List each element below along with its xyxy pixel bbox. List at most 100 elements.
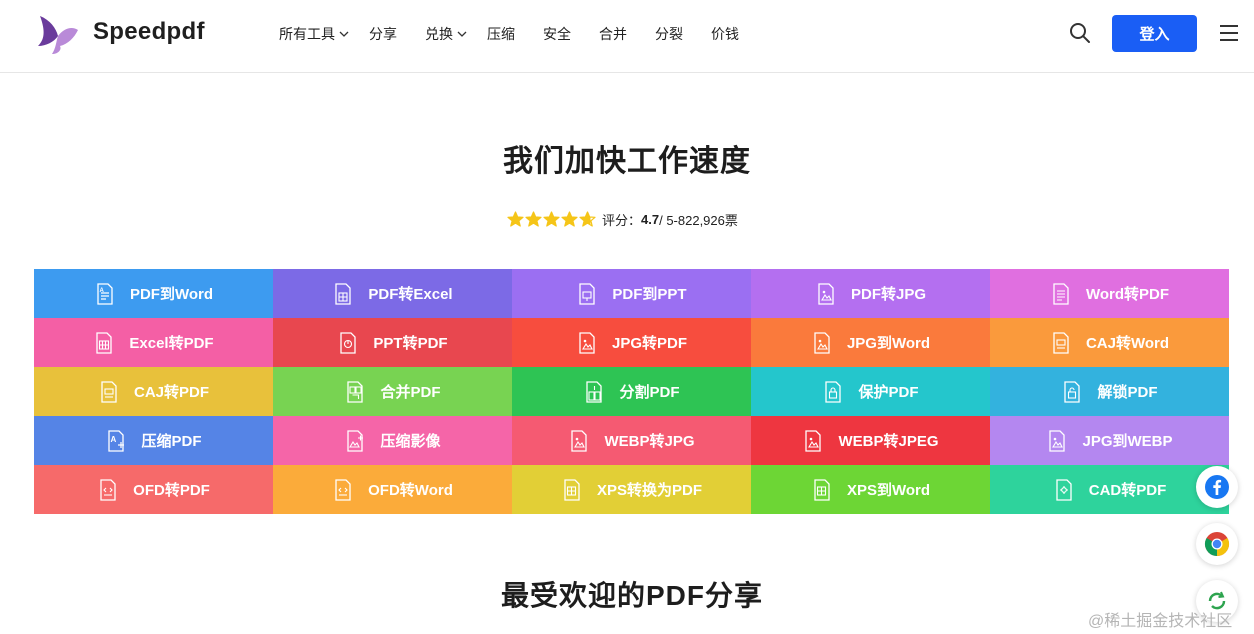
nav-all-tools[interactable]: 所有工具 bbox=[279, 24, 349, 44]
tool-tile-label: 合并PDF bbox=[380, 384, 441, 401]
rating-score: 4.7 bbox=[641, 211, 660, 227]
tool-tile[interactable]: XPS到Word bbox=[751, 465, 990, 514]
tool-tile-label: PDF到Word bbox=[129, 286, 214, 303]
image-icon bbox=[805, 429, 822, 452]
tool-tile[interactable]: 分割PDF bbox=[512, 367, 751, 416]
tool-tile-label: XPS转换为PDF bbox=[596, 482, 702, 499]
tool-tile-label: PDF到PPT bbox=[612, 286, 687, 303]
star-icon bbox=[579, 210, 596, 227]
tool-tile-label: PDF转Excel bbox=[368, 286, 453, 303]
facebook-share-button[interactable] bbox=[1196, 466, 1238, 508]
image-icon bbox=[579, 331, 595, 354]
tool-tile-label: PDF转JPG bbox=[850, 286, 926, 303]
tool-tile[interactable]: CAD转PDF bbox=[990, 465, 1229, 514]
nav-security[interactable]: 安全 bbox=[543, 24, 571, 44]
tool-tile[interactable]: XPS转换为PDF bbox=[512, 465, 751, 514]
chrome-extension-button[interactable] bbox=[1196, 523, 1238, 565]
tool-tile-label: JPG转PDF bbox=[611, 335, 687, 352]
document-text-icon: A bbox=[97, 282, 113, 305]
image-icon bbox=[818, 282, 834, 305]
svg-text:A: A bbox=[99, 288, 104, 294]
tool-tile[interactable]: JPG转PDF bbox=[512, 318, 751, 367]
nav-convert-label: 兑换 bbox=[425, 26, 453, 42]
tool-tile[interactable]: OFD转Word bbox=[273, 465, 512, 514]
tool-tile-label: OFD转Word bbox=[368, 482, 453, 499]
login-button[interactable]: 登入 bbox=[1112, 15, 1197, 52]
tool-tile-label: WEBP转JPG bbox=[604, 433, 695, 450]
tool-tile[interactable]: OFD转PDF bbox=[34, 465, 273, 514]
tool-tile-label: 压缩影像 bbox=[380, 433, 441, 450]
tool-tile-label: Word转PDF bbox=[1085, 286, 1170, 303]
nav-pricing[interactable]: 价钱 bbox=[711, 24, 739, 44]
tool-tile[interactable]: Word转PDF bbox=[990, 269, 1229, 318]
search-icon[interactable] bbox=[1069, 22, 1091, 44]
tool-tile-label: CAJ转Word bbox=[1085, 335, 1170, 352]
tool-tile[interactable]: JPG到WEBP bbox=[990, 416, 1229, 465]
code-doc-icon bbox=[335, 478, 351, 501]
table-icon bbox=[96, 331, 113, 354]
star-icon bbox=[507, 210, 524, 227]
tool-grid: A PDF到Word PDF转Excel PDF到PPT PDF转JPG Word转PDF… bbox=[34, 269, 1229, 514]
nav-compress[interactable]: 压缩 bbox=[487, 24, 515, 44]
rating-stars bbox=[507, 210, 597, 228]
tool-tile-label: JPG到WEBP bbox=[1082, 433, 1173, 450]
split-icon bbox=[586, 380, 603, 403]
spreadsheet-icon bbox=[335, 282, 352, 305]
tool-tile-label: JPG到Word bbox=[846, 335, 931, 352]
tool-tile[interactable]: PDF转Excel bbox=[273, 269, 512, 318]
chart-icon bbox=[340, 331, 357, 354]
nav-share[interactable]: 分享 bbox=[369, 24, 397, 44]
tool-tile[interactable]: Excel转PDF bbox=[34, 318, 273, 367]
rating-row: 评分： 4.7 / 5-822,926票 bbox=[507, 209, 738, 229]
nav-split[interactable]: 分裂 bbox=[655, 24, 683, 44]
tool-tile-label: XPS到Word bbox=[846, 482, 931, 499]
tool-tile[interactable]: 保护PDF bbox=[751, 367, 990, 416]
grid-doc-icon bbox=[564, 478, 580, 501]
tool-tile-label: 分割PDF bbox=[619, 384, 680, 401]
chevron-down-icon bbox=[339, 31, 349, 37]
image-icon bbox=[571, 429, 588, 452]
tool-tile[interactable]: A 压缩PDF bbox=[34, 416, 273, 465]
tool-tile-label: 保护PDF bbox=[858, 384, 919, 401]
tool-tile[interactable]: 解锁PDF bbox=[990, 367, 1229, 416]
tool-tile[interactable]: WEBP转JPEG bbox=[751, 416, 990, 465]
hamburger-menu-icon[interactable] bbox=[1219, 24, 1239, 42]
tool-tile-label: PPT转PDF bbox=[373, 335, 448, 352]
nav-merge[interactable]: 合并 bbox=[599, 24, 627, 44]
watermark-text: @稀土掘金技术社区 bbox=[1088, 613, 1233, 630]
tool-tile[interactable]: PDF转JPG bbox=[751, 269, 990, 318]
document-icon bbox=[101, 380, 117, 403]
chrome-icon bbox=[1204, 532, 1230, 556]
unlock-icon bbox=[1064, 380, 1081, 403]
site-header: Speedpdf 所有工具 分享 兑换 压缩 安全 合并 分裂 价钱 登入 bbox=[0, 0, 1254, 73]
tool-tile[interactable]: A PDF到Word bbox=[34, 269, 273, 318]
tool-tile-label: OFD转PDF bbox=[133, 482, 210, 499]
star-icon bbox=[561, 210, 578, 227]
tool-tile[interactable]: 压缩影像 bbox=[273, 416, 512, 465]
presentation-icon bbox=[579, 282, 596, 305]
star-icon bbox=[525, 210, 542, 227]
tool-tile[interactable]: PPT转PDF bbox=[273, 318, 512, 367]
main-nav: 所有工具 分享 兑换 压缩 安全 合并 分裂 价钱 bbox=[279, 24, 767, 44]
tool-tile-label: CAJ转PDF bbox=[133, 384, 209, 401]
tool-tile[interactable]: CAJ转Word bbox=[990, 318, 1229, 367]
rating-votes: / 5-822,926票 bbox=[659, 212, 738, 228]
tool-tile[interactable]: 合并PDF bbox=[273, 367, 512, 416]
tool-tile-label: 解锁PDF bbox=[1097, 384, 1158, 401]
nav-all-tools-label: 所有工具 bbox=[279, 26, 335, 42]
gear-doc-icon bbox=[1056, 478, 1072, 501]
tool-tile[interactable]: CAJ转PDF bbox=[34, 367, 273, 416]
hero-title: 我们加快工作速度 bbox=[503, 145, 751, 178]
brand-name[interactable]: Speedpdf bbox=[93, 18, 205, 46]
popular-section-title: 最受欢迎的PDF分享 bbox=[500, 580, 763, 611]
tool-tile[interactable]: PDF到PPT bbox=[512, 269, 751, 318]
tool-tile[interactable]: WEBP转JPG bbox=[512, 416, 751, 465]
chevron-down-icon bbox=[457, 31, 467, 37]
speedpdf-logo-icon[interactable] bbox=[36, 12, 82, 56]
nav-convert[interactable]: 兑换 bbox=[425, 24, 467, 44]
image-icon bbox=[1049, 429, 1066, 452]
document-icon bbox=[1053, 331, 1069, 354]
tool-tile[interactable]: JPG到Word bbox=[751, 318, 990, 367]
tool-tile-label: WEBP转JPEG bbox=[838, 433, 939, 450]
image-icon bbox=[814, 331, 830, 354]
